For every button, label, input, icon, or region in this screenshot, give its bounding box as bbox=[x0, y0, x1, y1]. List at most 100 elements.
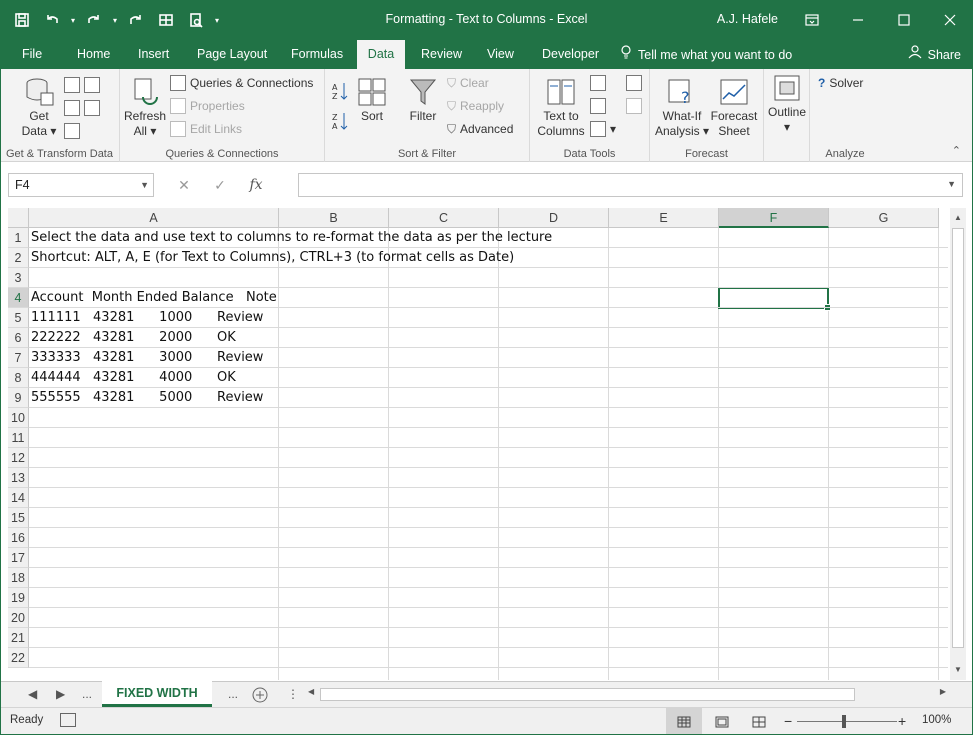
column-header-a[interactable]: A bbox=[29, 208, 279, 228]
tab-view[interactable]: View bbox=[477, 40, 524, 69]
print-preview-icon[interactable] bbox=[182, 6, 210, 34]
close-icon[interactable] bbox=[927, 0, 973, 40]
expand-formula-bar-icon[interactable]: ▼ bbox=[947, 179, 956, 189]
tab-insert[interactable]: Insert bbox=[128, 40, 179, 69]
cell-a5[interactable]: 111111 43281 1000 Review bbox=[29, 308, 263, 328]
cell-a9[interactable]: 555555 43281 5000 Review bbox=[29, 388, 263, 408]
redo-dropdown-icon[interactable]: ▾ bbox=[110, 6, 120, 34]
maximize-icon[interactable] bbox=[881, 0, 927, 40]
save-icon[interactable] bbox=[8, 6, 36, 34]
horizontal-scrollbar[interactable]: ◀ ▶ bbox=[306, 687, 948, 703]
what-if-analysis-button[interactable]: ? What-If Analysis ▾ bbox=[654, 77, 710, 139]
zoom-level[interactable]: 100% bbox=[922, 714, 951, 726]
filter-button[interactable]: Filter bbox=[405, 77, 441, 124]
get-data-button[interactable]: Get Data ▾ bbox=[18, 75, 60, 139]
from-text-icon[interactable] bbox=[64, 75, 100, 95]
worksheet-grid[interactable]: A B C D E F G Select the data and use te… bbox=[8, 208, 948, 680]
share-button[interactable]: Share bbox=[908, 40, 961, 69]
tab-split-handle[interactable]: ⋮ bbox=[287, 682, 299, 707]
insert-function-icon[interactable]: fx bbox=[238, 177, 274, 193]
enter-icon[interactable]: ✓ bbox=[202, 177, 238, 194]
cell-a7[interactable]: 333333 43281 3000 Review bbox=[29, 348, 263, 368]
cell-a2[interactable]: Shortcut: ALT, A, E (for Text to Columns… bbox=[29, 248, 514, 268]
consolidate-icon[interactable] bbox=[626, 73, 642, 93]
next-sheet-icon[interactable]: ▶ bbox=[56, 682, 65, 707]
scroll-down-icon[interactable]: ▼ bbox=[950, 662, 966, 678]
tab-page-layout[interactable]: Page Layout bbox=[187, 40, 277, 69]
tab-file[interactable]: File bbox=[12, 40, 52, 69]
row-header-13[interactable]: 13 bbox=[8, 468, 29, 488]
column-header-b[interactable]: B bbox=[279, 208, 389, 228]
tab-developer[interactable]: Developer bbox=[532, 40, 609, 69]
cell-a1[interactable]: Select the data and use text to columns … bbox=[29, 228, 552, 248]
customize-qat-icon[interactable]: ▾ bbox=[212, 6, 222, 34]
row-header-17[interactable]: 17 bbox=[8, 548, 29, 568]
vertical-scrollbar[interactable]: ▲ ▼ bbox=[950, 208, 966, 680]
chevron-down-icon[interactable]: ▼ bbox=[140, 174, 149, 196]
scroll-right-icon[interactable]: ▶ bbox=[940, 687, 946, 696]
new-sheet-button[interactable] bbox=[252, 682, 268, 707]
column-header-d[interactable]: D bbox=[499, 208, 609, 228]
forecast-sheet-button[interactable]: Forecast Sheet bbox=[710, 77, 758, 139]
row-header-5[interactable]: 5 bbox=[8, 308, 29, 328]
row-header-2[interactable]: 2 bbox=[8, 248, 29, 268]
solver-button[interactable]: ? Solver bbox=[818, 73, 863, 93]
page-break-view-icon[interactable] bbox=[741, 708, 777, 735]
normal-view-icon[interactable] bbox=[666, 708, 702, 735]
user-name[interactable]: A.J. Hafele bbox=[717, 12, 778, 26]
select-all-corner[interactable] bbox=[8, 208, 29, 228]
vertical-scroll-thumb[interactable] bbox=[952, 228, 964, 648]
cell-a6[interactable]: 222222 43281 2000 OK bbox=[29, 328, 236, 348]
tab-data[interactable]: Data bbox=[357, 40, 405, 69]
cell-a8[interactable]: 444444 43281 4000 OK bbox=[29, 368, 236, 388]
column-header-f[interactable]: F bbox=[719, 208, 829, 228]
outline-button[interactable]: Outline ▾ bbox=[766, 73, 808, 135]
prev-sheet-icon[interactable]: ◀ bbox=[28, 682, 37, 707]
name-box[interactable]: F4 ▼ bbox=[8, 173, 154, 197]
data-validation-icon[interactable]: ▾ bbox=[590, 119, 616, 139]
row-header-19[interactable]: 19 bbox=[8, 588, 29, 608]
queries-connections-button[interactable]: Queries & Connections bbox=[170, 73, 313, 93]
row-header-18[interactable]: 18 bbox=[8, 568, 29, 588]
from-web-icon[interactable] bbox=[64, 98, 100, 118]
row-header-20[interactable]: 20 bbox=[8, 608, 29, 628]
row-header-16[interactable]: 16 bbox=[8, 528, 29, 548]
tab-formulas[interactable]: Formulas bbox=[281, 40, 353, 69]
cancel-icon[interactable]: ✕ bbox=[166, 177, 202, 194]
row-header-3[interactable]: 3 bbox=[8, 268, 29, 288]
cell-a4[interactable]: Account Month Ended Balance Note bbox=[29, 288, 277, 308]
tab-review[interactable]: Review bbox=[411, 40, 472, 69]
tab-home[interactable]: Home bbox=[67, 40, 120, 69]
advanced-button[interactable]: ⛉ Advanced bbox=[447, 119, 513, 139]
minimize-icon[interactable] bbox=[835, 0, 881, 40]
macro-record-icon[interactable] bbox=[60, 713, 76, 727]
relationships-icon[interactable] bbox=[626, 96, 642, 116]
zoom-slider-track[interactable] bbox=[797, 721, 897, 722]
text-to-columns-button[interactable]: Text to Columns bbox=[534, 77, 588, 139]
refresh-all-button[interactable]: Refresh All ▾ bbox=[124, 75, 166, 139]
row-header-1[interactable]: 1 bbox=[8, 228, 29, 248]
redo-icon[interactable] bbox=[80, 6, 108, 34]
remove-duplicates-icon[interactable] bbox=[590, 96, 606, 116]
row-header-4[interactable]: 4 bbox=[8, 288, 29, 308]
row-header-8[interactable]: 8 bbox=[8, 368, 29, 388]
zoom-out-icon[interactable]: − bbox=[784, 713, 792, 729]
row-header-10[interactable]: 10 bbox=[8, 408, 29, 428]
flash-fill-icon[interactable] bbox=[590, 73, 606, 93]
row-header-7[interactable]: 7 bbox=[8, 348, 29, 368]
more-sheets-left[interactable]: ... bbox=[82, 682, 92, 707]
column-header-c[interactable]: C bbox=[389, 208, 499, 228]
form-icon[interactable] bbox=[152, 6, 180, 34]
row-header-21[interactable]: 21 bbox=[8, 628, 29, 648]
page-layout-view-icon[interactable] bbox=[704, 708, 740, 735]
zoom-in-icon[interactable]: + bbox=[898, 713, 906, 729]
sort-a-z-icon[interactable]: AZ bbox=[331, 81, 349, 101]
row-header-11[interactable]: 11 bbox=[8, 428, 29, 448]
sort-button[interactable]: Sort bbox=[355, 77, 389, 124]
more-sheets-right[interactable]: ... bbox=[228, 682, 238, 707]
collapse-ribbon-icon[interactable]: ⌃ bbox=[952, 144, 961, 157]
row-header-15[interactable]: 15 bbox=[8, 508, 29, 528]
scroll-left-icon[interactable]: ◀ bbox=[308, 687, 314, 696]
undo-dropdown-icon[interactable]: ▾ bbox=[68, 6, 78, 34]
repeat-icon[interactable] bbox=[122, 6, 150, 34]
